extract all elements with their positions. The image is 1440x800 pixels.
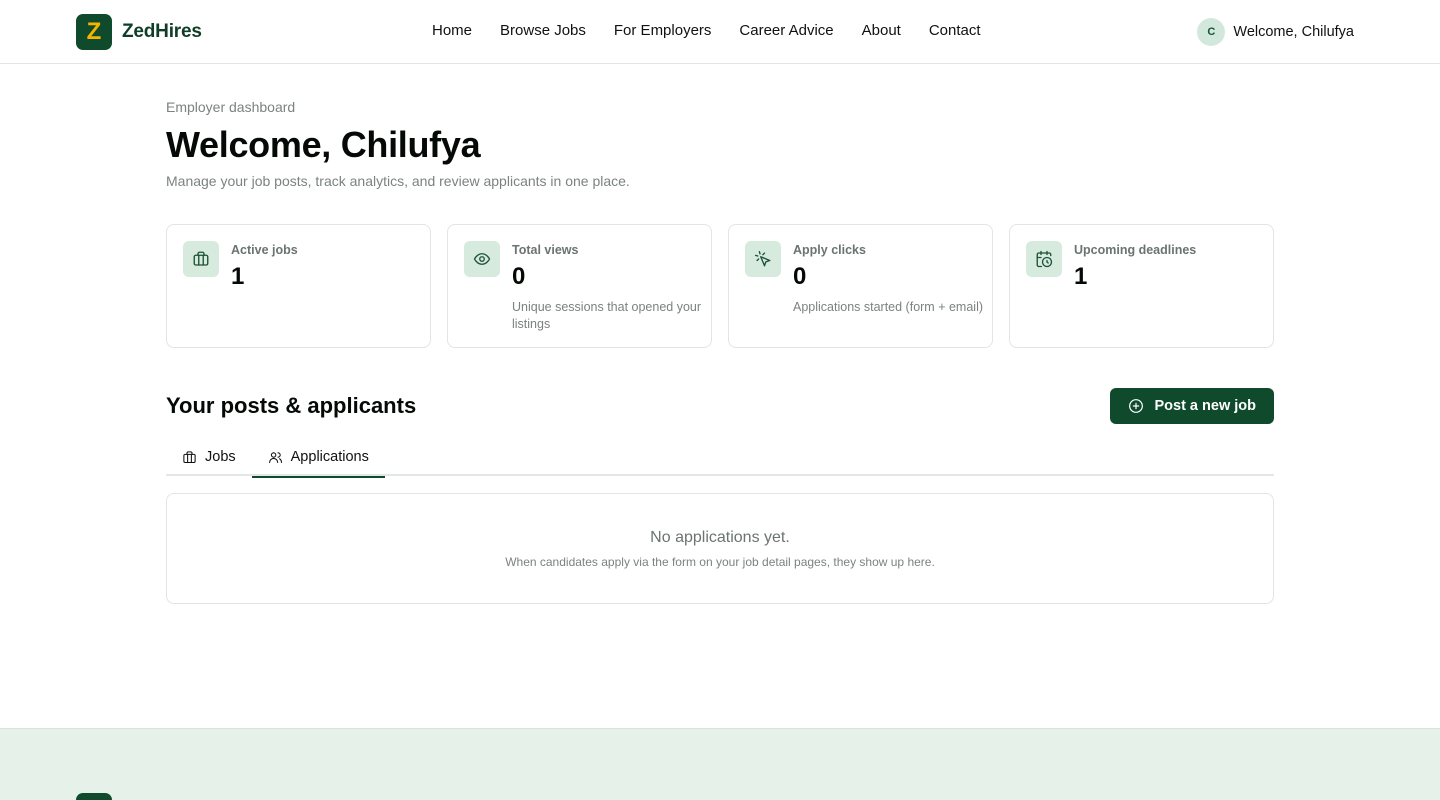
- user-greeting: Welcome, Chilufya: [1233, 24, 1354, 40]
- stat-label: Apply clicks: [793, 242, 866, 257]
- stat-description: Applications started (form + email): [793, 299, 984, 314]
- eye-icon: [464, 240, 500, 277]
- brand-logo[interactable]: Z ZedHires: [76, 14, 202, 50]
- page-title: Welcome, Chilufya: [166, 124, 481, 165]
- stat-value: 1: [1074, 262, 1088, 290]
- stat-card-total-views: Total views 0 Unique sessions that opene…: [447, 223, 712, 348]
- nav-career-advice[interactable]: Career Advice: [739, 22, 833, 39]
- stat-card-apply-clicks: Apply clicks 0 Applications started (for…: [728, 223, 993, 348]
- page-subtitle: Manage your job posts, track analytics, …: [166, 172, 630, 189]
- stats-row: Active jobs 1 Total views 0 Unique sessi…: [166, 223, 1274, 348]
- nav-home[interactable]: Home: [432, 22, 472, 39]
- stat-label: Total views: [512, 242, 579, 257]
- brand-name: ZedHires: [122, 21, 202, 42]
- footer: [0, 728, 1440, 800]
- post-new-job-button[interactable]: Post a new job: [1110, 387, 1274, 424]
- calendar-clock-icon: [1026, 240, 1062, 277]
- tab-label: Applications: [290, 449, 369, 466]
- tab-jobs[interactable]: Jobs: [166, 439, 252, 476]
- logo-mark: Z: [76, 14, 112, 50]
- stat-label: Upcoming deadlines: [1074, 242, 1197, 257]
- tab-applications[interactable]: Applications: [251, 439, 386, 478]
- post-new-job-label: Post a new job: [1154, 397, 1256, 414]
- empty-state-description: When candidates apply via the form on yo…: [505, 554, 935, 569]
- top-navbar: Z ZedHires Home Browse Jobs For Employer…: [0, 0, 1440, 64]
- stat-value: 0: [512, 262, 526, 290]
- nav-browse-jobs[interactable]: Browse Jobs: [500, 22, 586, 39]
- user-menu[interactable]: C Welcome, Chilufya: [1197, 18, 1354, 46]
- section-title: Your posts & applicants: [166, 392, 417, 418]
- nav-about[interactable]: About: [862, 22, 901, 39]
- tab-bar: Jobs Applications: [166, 439, 1274, 478]
- stat-card-active-jobs: Active jobs 1: [166, 223, 431, 348]
- avatar: C: [1197, 18, 1226, 46]
- stat-value: 0: [793, 262, 807, 290]
- footer-logo-mark: [76, 793, 112, 800]
- stat-label: Active jobs: [231, 242, 298, 257]
- stat-value: 1: [231, 262, 245, 290]
- logo-letter: Z: [86, 18, 102, 45]
- empty-state-title: No applications yet.: [650, 528, 790, 546]
- users-icon: [268, 451, 282, 463]
- main-nav: Home Browse Jobs For Employers Career Ad…: [432, 22, 981, 39]
- nav-contact[interactable]: Contact: [929, 22, 981, 39]
- stat-card-upcoming-deadlines: Upcoming deadlines 1: [1009, 223, 1274, 348]
- empty-state: No applications yet. When candidates app…: [166, 492, 1274, 604]
- briefcase-icon: [183, 240, 219, 277]
- dashboard-main: Employer dashboard Welcome, Chilufya Man…: [166, 64, 1274, 604]
- nav-for-employers[interactable]: For Employers: [614, 22, 712, 39]
- briefcase-icon: [183, 450, 196, 463]
- stat-description: Unique sessions that opened your listing…: [512, 299, 702, 331]
- plus-circle-icon: [1129, 398, 1144, 413]
- cursor-click-icon: [745, 240, 781, 277]
- tab-label: Jobs: [205, 449, 236, 466]
- section-header: Your posts & applicants Post a new job: [166, 387, 1274, 424]
- page-eyebrow: Employer dashboard: [166, 99, 296, 115]
